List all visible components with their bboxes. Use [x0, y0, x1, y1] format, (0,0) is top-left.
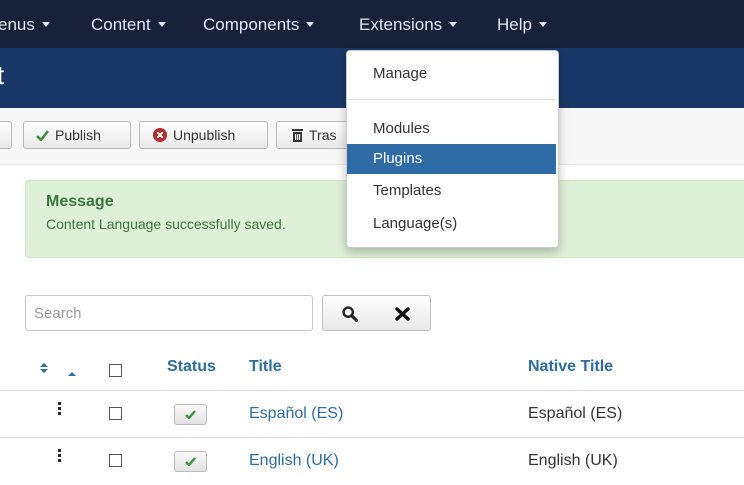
- nav-extensions-label: Extensions: [359, 15, 443, 34]
- row-native-title: English (UK): [528, 452, 618, 469]
- menu-item-languages[interactable]: Language(s): [347, 209, 556, 239]
- partial-toolbar-button[interactable]: [0, 121, 12, 149]
- message-heading: Message: [46, 193, 114, 210]
- caret-down-icon: [41, 22, 50, 28]
- top-navbar: enus Content Components Extensions Help: [0, 0, 744, 48]
- unpublish-label: Unpublish: [173, 127, 236, 143]
- search-input[interactable]: [25, 295, 313, 331]
- menu-item-manage[interactable]: Manage: [347, 59, 556, 89]
- column-header-native-title[interactable]: Native Title: [528, 358, 613, 376]
- drag-handle-icon[interactable]: [58, 449, 61, 462]
- nav-content[interactable]: Content: [91, 0, 166, 48]
- drag-handle-icon[interactable]: [58, 402, 61, 415]
- nav-extensions[interactable]: Extensions: [359, 0, 458, 48]
- nav-components[interactable]: Components: [203, 0, 315, 48]
- row-title-link[interactable]: Español (ES): [249, 405, 343, 423]
- sort-icon[interactable]: [40, 361, 48, 379]
- nav-help[interactable]: Help: [497, 0, 547, 48]
- menu-item-templates[interactable]: Templates: [347, 176, 556, 206]
- row-title-link[interactable]: English (UK): [249, 452, 339, 470]
- column-header-title[interactable]: Title: [249, 358, 282, 376]
- trash-button[interactable]: Tras: [276, 121, 351, 149]
- row-native-title: Español (ES): [528, 405, 623, 422]
- row-checkbox[interactable]: [109, 454, 122, 467]
- row-checkbox[interactable]: [109, 407, 122, 420]
- unpublish-button[interactable]: Unpublish: [139, 121, 268, 149]
- nav-menus-label: enus: [0, 15, 35, 34]
- table-row: English (UK) English (UK): [0, 437, 744, 485]
- clear-icon: [395, 307, 410, 326]
- select-all-checkbox[interactable]: [109, 364, 122, 377]
- caret-down-icon: [538, 22, 547, 28]
- check-icon: [185, 410, 196, 419]
- caret-down-icon: [449, 22, 458, 28]
- nav-components-label: Components: [203, 15, 300, 34]
- unpublish-icon: [153, 122, 167, 148]
- check-icon: [185, 457, 196, 466]
- menu-item-plugins[interactable]: Plugins: [347, 144, 556, 174]
- clear-search-button[interactable]: [376, 295, 431, 331]
- page-title: t: [0, 60, 5, 90]
- publish-button[interactable]: Publish: [23, 121, 131, 149]
- search-button[interactable]: [322, 295, 377, 331]
- status-toggle-button[interactable]: [174, 404, 207, 425]
- menu-item-modules[interactable]: Modules: [347, 114, 556, 144]
- column-header-status[interactable]: Status: [167, 358, 216, 376]
- caret-up-icon[interactable]: [68, 364, 76, 382]
- trash-icon: [292, 122, 303, 148]
- extensions-dropdown-menu: Manage Modules Plugins Templates Languag…: [346, 50, 559, 248]
- search-icon: [342, 306, 358, 327]
- nav-help-label: Help: [497, 15, 532, 34]
- message-text: Content Language successfully saved.: [46, 216, 286, 232]
- status-toggle-button[interactable]: [174, 451, 207, 472]
- trash-label: Tras: [309, 127, 337, 143]
- check-icon: [36, 122, 50, 148]
- nav-content-label: Content: [91, 15, 151, 34]
- caret-down-icon: [306, 22, 315, 28]
- nav-menus[interactable]: enus: [0, 0, 50, 48]
- caret-down-icon: [157, 22, 166, 28]
- table-row: Español (ES) Español (ES): [0, 390, 744, 438]
- menu-divider: [347, 99, 556, 100]
- publish-label: Publish: [55, 127, 101, 143]
